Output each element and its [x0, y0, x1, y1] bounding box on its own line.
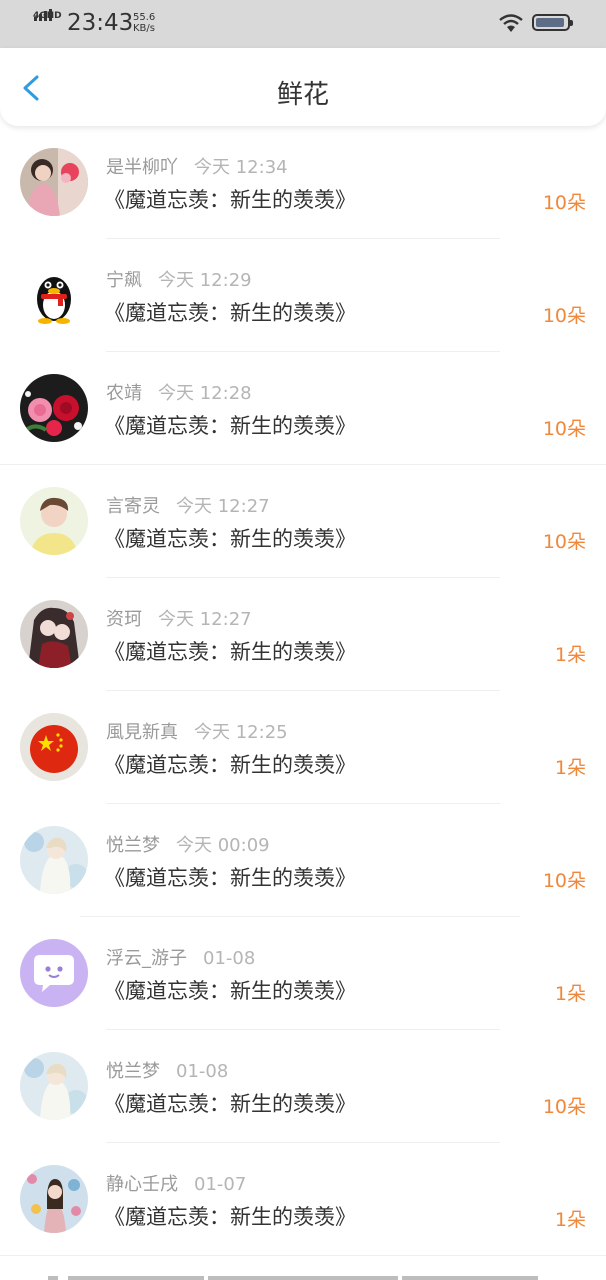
avatar[interactable]	[20, 826, 88, 894]
timestamp: 今天 00:09	[176, 835, 270, 856]
item-meta: 言寄灵 今天 12:27	[106, 492, 270, 518]
avatar[interactable]	[20, 939, 88, 1007]
avatar[interactable]	[20, 487, 88, 555]
book-title[interactable]: 《魔道忘羡：新生的羡羡》	[104, 1088, 356, 1118]
flower-count: 10朵	[542, 418, 586, 440]
item-meta: 资珂 今天 12:27	[106, 605, 252, 631]
book-title[interactable]: 《魔道忘羡：新生的羡羡》	[104, 636, 356, 666]
user-name[interactable]: 悦兰梦	[106, 1061, 160, 1082]
list-item[interactable]: 浮云_游子 01-08 《魔道忘羡：新生的羡羡》 1朵	[0, 917, 606, 1030]
avatar-photo-icon	[20, 148, 88, 216]
user-name[interactable]: 静心壬戌	[106, 1174, 178, 1195]
list-item[interactable]: 悦兰梦 01-08 《魔道忘羡：新生的羡羡》 10朵	[0, 1030, 606, 1143]
timestamp: 今天 12:29	[158, 270, 252, 291]
user-name[interactable]: 悦兰梦	[106, 835, 160, 856]
china-flag-icon	[20, 713, 88, 781]
flower-count: 1朵	[554, 1209, 586, 1231]
avatar[interactable]	[20, 374, 88, 442]
avatar[interactable]	[20, 600, 88, 668]
avatar[interactable]	[20, 713, 88, 781]
avatar[interactable]	[20, 1052, 88, 1120]
flower-count: 1朵	[554, 983, 586, 1005]
item-meta: 悦兰梦 今天 00:09	[106, 831, 270, 857]
divider	[0, 1255, 606, 1256]
timestamp: 01-08	[176, 1061, 229, 1082]
item-meta: 静心壬戌 01-07	[106, 1170, 246, 1196]
list-item[interactable]: 资珂 今天 12:27 《魔道忘羡：新生的羡羡》 1朵	[0, 578, 606, 691]
avatar[interactable]	[20, 1165, 88, 1233]
user-name[interactable]: 农靖	[106, 383, 142, 404]
book-title[interactable]: 《魔道忘羡：新生的羡羡》	[104, 975, 356, 1005]
book-title[interactable]: 《魔道忘羡：新生的羡羡》	[104, 410, 356, 440]
timestamp: 今天 12:34	[194, 157, 288, 178]
book-title[interactable]: 《魔道忘羡：新生的羡羡》	[104, 523, 356, 553]
flower-count: 10朵	[542, 1096, 586, 1118]
user-name[interactable]: 風見新真	[106, 722, 178, 743]
item-meta: 宁飙 今天 12:29	[106, 266, 252, 292]
roses-icon	[20, 374, 88, 442]
battery-icon	[532, 14, 573, 31]
timestamp: 今天 12:27	[176, 496, 270, 517]
network-speed: 55.6 KB/s	[133, 12, 156, 34]
list-item[interactable]: 宁飙 今天 12:29 《魔道忘羡：新生的羡羡》 10朵	[0, 239, 606, 352]
item-meta: 浮云_游子 01-08	[106, 944, 255, 970]
flower-count: 10朵	[542, 192, 586, 214]
anime-illustration-icon	[20, 1052, 88, 1120]
timestamp: 今天 12:27	[158, 609, 252, 630]
user-name[interactable]: 浮云_游子	[106, 948, 187, 969]
timestamp: 01-08	[203, 948, 256, 969]
user-name[interactable]: 言寄灵	[106, 496, 160, 517]
avatar[interactable]	[20, 261, 88, 329]
avatar[interactable]	[20, 148, 88, 216]
timestamp: 今天 12:28	[158, 383, 252, 404]
list-item[interactable]: 言寄灵 今天 12:27 《魔道忘羡：新生的羡羡》 10朵	[0, 465, 606, 578]
flower-list: 是半柳吖 今天 12:34 《魔道忘羡：新生的羡羡》 10朵 宁飙 今天 12:29…	[0, 126, 606, 1256]
flower-count: 10朵	[542, 870, 586, 892]
item-meta: 風見新真 今天 12:25	[106, 718, 288, 744]
anime-illustration-icon	[20, 826, 88, 894]
book-title[interactable]: 《魔道忘羡：新生的羡羡》	[104, 862, 356, 892]
book-title[interactable]: 《魔道忘羡：新生的羡羡》	[104, 184, 356, 214]
status-bar: 4GHD 23:43 55.6 KB/s	[0, 0, 606, 48]
book-title[interactable]: 《魔道忘羡：新生的羡羡》	[104, 749, 356, 779]
item-meta: 农靖 今天 12:28	[106, 379, 252, 405]
list-item[interactable]: 农靖 今天 12:28 《魔道忘羡：新生的羡羡》 10朵	[0, 352, 606, 465]
avatar-photo-icon	[20, 487, 88, 555]
item-meta: 悦兰梦 01-08	[106, 1057, 228, 1083]
wifi-icon	[499, 14, 523, 32]
list-item[interactable]: 悦兰梦 今天 00:09 《魔道忘羡：新生的羡羡》 10朵	[0, 804, 606, 917]
flower-count: 10朵	[542, 305, 586, 327]
user-name[interactable]: 宁飙	[106, 270, 142, 291]
timestamp: 01-07	[194, 1174, 247, 1195]
list-item[interactable]: 静心壬戌 01-07 《魔道忘羡：新生的羡羡》 1朵	[0, 1143, 606, 1256]
timestamp: 今天 12:25	[194, 722, 288, 743]
chat-bubble-icon	[20, 939, 88, 1007]
top-nav-bar: 鲜花	[0, 48, 606, 126]
anime-illustration-icon	[20, 600, 88, 668]
user-name[interactable]: 资珂	[106, 609, 142, 630]
list-item[interactable]: 是半柳吖 今天 12:34 《魔道忘羡：新生的羡羡》 10朵	[0, 126, 606, 239]
user-name[interactable]: 是半柳吖	[106, 157, 178, 178]
item-meta: 是半柳吖 今天 12:34	[106, 153, 288, 179]
qq-penguin-icon	[20, 261, 88, 329]
book-title[interactable]: 《魔道忘羡：新生的羡羡》	[104, 297, 356, 327]
flower-count: 1朵	[554, 644, 586, 666]
page-title: 鲜花	[276, 80, 329, 110]
avatar-photo-icon	[20, 1165, 88, 1233]
list-item[interactable]: 風見新真 今天 12:25 《魔道忘羡：新生的羡羡》 1朵	[0, 691, 606, 804]
network-type: 4GHD	[33, 11, 62, 21]
flower-count: 10朵	[542, 531, 586, 553]
book-title[interactable]: 《魔道忘羡：新生的羡羡》	[104, 1201, 356, 1231]
flower-count: 1朵	[554, 757, 586, 779]
bottom-edge	[48, 1273, 538, 1280]
clock: 23:43	[67, 10, 134, 36]
